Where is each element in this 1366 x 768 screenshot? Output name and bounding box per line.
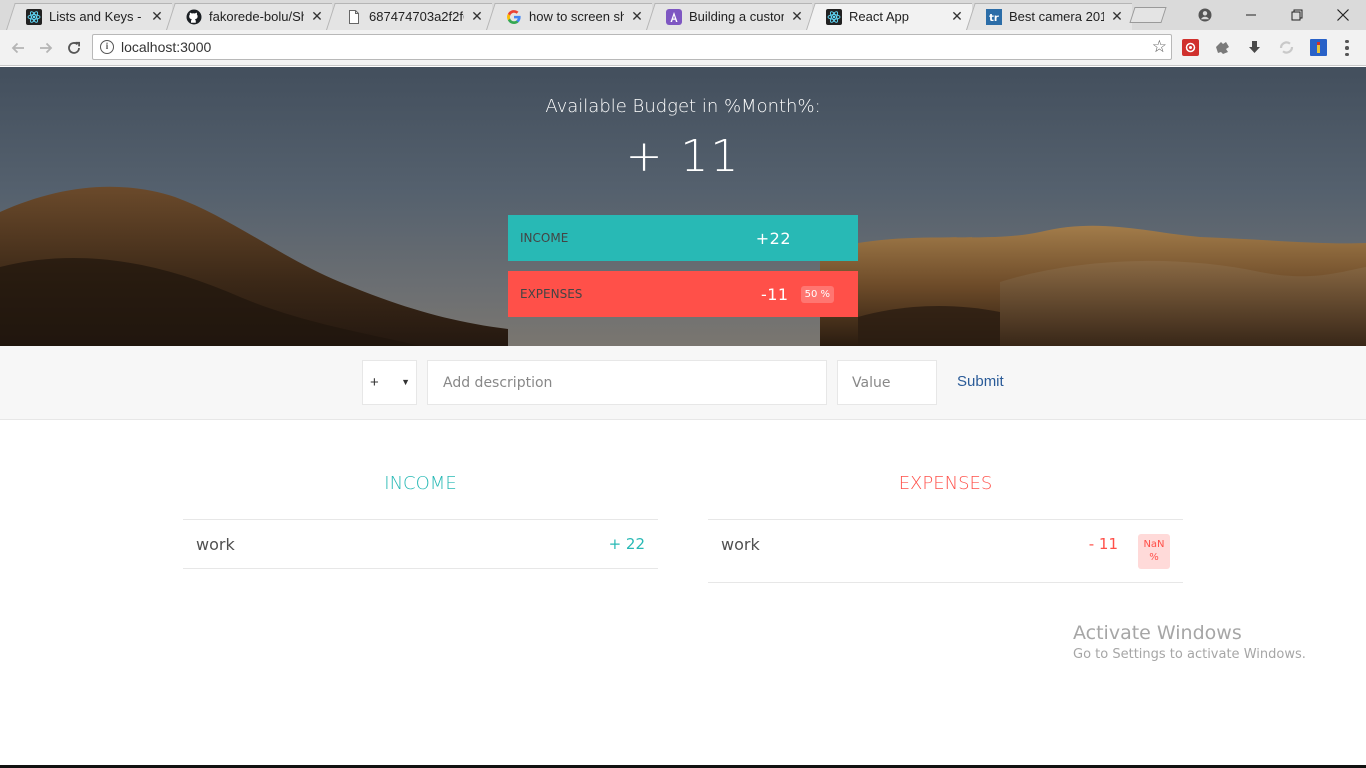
budget-value: + 11 [625, 131, 741, 182]
browser-tab-google-search[interactable]: how to screen shot ✕ [486, 3, 652, 30]
submit-button[interactable]: Submit [951, 373, 1010, 390]
chevron-down-icon: ▼ [401, 377, 410, 387]
expenses-list-title: Expenses [898, 473, 993, 494]
activate-windows-watermark: Activate Windows Go to Settings to activ… [1073, 622, 1306, 662]
profile-icon[interactable] [1182, 0, 1228, 30]
browser-tab-react-app[interactable]: React App ✕ [806, 3, 972, 30]
type-select-value: + [370, 374, 379, 391]
browser-toolbar: i localhost:3000 ☆ [0, 30, 1366, 66]
close-icon[interactable]: ✕ [1110, 9, 1124, 25]
watermark-title: Activate Windows [1073, 622, 1242, 644]
item-percentage-unit: % [1149, 552, 1159, 563]
google-icon [506, 9, 522, 25]
new-tab-button[interactable] [1129, 7, 1167, 23]
techradar-icon: tr [986, 8, 1002, 25]
add-item-form: + ▼ Submit [0, 346, 1366, 420]
address-bar[interactable]: i localhost:3000 ☆ [92, 34, 1172, 60]
budget-title: Available Budget in %Month%: [545, 96, 821, 117]
item-percentage-value: NaN [1143, 539, 1165, 550]
close-icon[interactable]: ✕ [790, 9, 804, 25]
browser-menu-icon[interactable] [1340, 38, 1354, 58]
budget-app: Available Budget in %Month%: + 11 Income… [0, 67, 1366, 768]
browser-tabstrip: Lists and Keys - Re ✕ fakorede-bolu/Sho … [0, 0, 1366, 30]
address-url: localhost:3000 [121, 39, 212, 55]
tab-title: Lists and Keys - Re [49, 9, 144, 24]
github-icon [186, 9, 202, 25]
close-window-icon[interactable] [1320, 0, 1366, 30]
budget-header: Available Budget in %Month%: + 11 Income… [0, 67, 1366, 346]
income-summary-value: +22 [755, 228, 791, 248]
tab-title: React App [849, 9, 909, 24]
browser-tab-apollo[interactable]: Building a custom ✕ [646, 3, 812, 30]
reload-icon[interactable] [62, 36, 86, 60]
close-icon[interactable]: ✕ [950, 9, 964, 25]
list-item[interactable]: work - 11 NaN % [708, 520, 1183, 583]
svg-text:tr: tr [989, 13, 999, 24]
close-icon[interactable]: ✕ [150, 9, 164, 25]
expenses-summary-label: Expenses [520, 287, 583, 301]
tab-title: fakorede-bolu/Sho [209, 9, 304, 24]
value-input[interactable] [837, 360, 937, 405]
browser-tab-best-camera[interactable]: tr Best camera 2018: ✕ [966, 3, 1132, 30]
download-icon[interactable] [1245, 38, 1263, 56]
tab-title: how to screen shot [529, 9, 624, 24]
type-select[interactable]: + ▼ [362, 360, 417, 405]
item-description: work [196, 534, 235, 554]
restore-window-icon[interactable] [1274, 0, 1320, 30]
browser-tab-github[interactable]: fakorede-bolu/Sho ✕ [166, 3, 332, 30]
income-list: Income work + 22 [183, 473, 658, 569]
react-icon [26, 8, 42, 25]
tab-title: Best camera 2018: [1009, 9, 1104, 24]
item-percentage-badge: NaN % [1138, 534, 1170, 569]
income-summary: Income +22 [508, 215, 858, 261]
apollo-icon [666, 8, 682, 25]
close-icon[interactable]: ✕ [310, 9, 324, 25]
minimize-window-icon[interactable] [1228, 0, 1274, 30]
site-info-icon[interactable]: i [100, 40, 114, 54]
expenses-summary: Expenses -11 50 % [508, 271, 858, 317]
browser-tab-lists-and-keys[interactable]: Lists and Keys - Re ✕ [6, 3, 172, 30]
list-item[interactable]: work + 22 [183, 520, 658, 569]
close-icon[interactable]: ✕ [470, 9, 484, 25]
forward-arrow-icon[interactable] [34, 36, 58, 60]
expenses-summary-value: -11 [760, 284, 789, 304]
description-input[interactable] [427, 360, 827, 405]
browser-tab-image-file[interactable]: 687474703a2f2f69 ✕ [326, 3, 492, 30]
expenses-list: Expenses work - 11 NaN % [708, 473, 1183, 583]
item-amount: + 22 [608, 535, 645, 553]
item-description: work [721, 535, 760, 554]
react-icon [826, 8, 842, 25]
document-icon [346, 9, 362, 25]
income-list-title: Income [384, 473, 457, 494]
tab-title: 687474703a2f2f69 [369, 9, 464, 24]
extension-circle-icon[interactable] [1277, 38, 1295, 56]
tab-title: Building a custom [689, 9, 784, 24]
back-arrow-icon[interactable] [6, 36, 30, 60]
item-amount: - 11 [1088, 535, 1118, 553]
extension-blue-icon[interactable] [1309, 38, 1327, 56]
extension-puzzle-icon[interactable] [1213, 38, 1231, 56]
watermark-subtitle: Go to Settings to activate Windows. [1073, 647, 1306, 662]
income-summary-label: Income [520, 231, 569, 245]
extension-red-icon[interactable] [1181, 38, 1199, 56]
expenses-percentage-badge: 50 % [800, 285, 834, 303]
close-icon[interactable]: ✕ [630, 9, 644, 25]
bookmark-star-icon[interactable]: ☆ [1152, 37, 1167, 57]
